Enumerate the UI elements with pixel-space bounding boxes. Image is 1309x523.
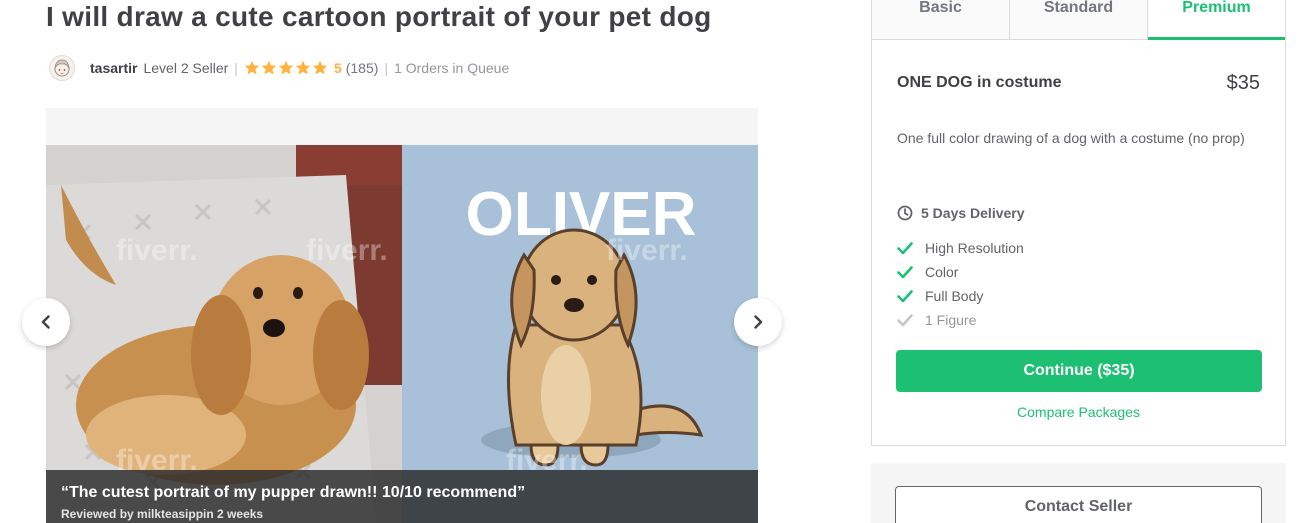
review-author: Reviewed by milkteasippin 2 weeks bbox=[61, 507, 264, 521]
check-icon bbox=[897, 290, 913, 303]
contact-seller-box: Contact Seller bbox=[871, 463, 1286, 523]
feature-label: Color bbox=[925, 264, 959, 280]
package-description: One full color drawing of a dog with a c… bbox=[897, 130, 1245, 146]
rating-score: 5 bbox=[333, 60, 342, 76]
feature-item: High Resolution bbox=[897, 236, 1024, 260]
feature-item: Color bbox=[897, 260, 1024, 284]
review-overlay: “The cutest portrait of my pupper drawn!… bbox=[46, 470, 758, 523]
clock-icon bbox=[897, 205, 913, 221]
separator: | bbox=[234, 60, 238, 76]
feature-label: 1 Figure bbox=[925, 312, 977, 328]
gallery-prev-button[interactable] bbox=[22, 298, 70, 346]
feature-list: High Resolution Color Full Body 1 Figure bbox=[897, 236, 1024, 332]
feature-label: Full Body bbox=[925, 288, 984, 304]
tab-premium[interactable]: Premium bbox=[1148, 0, 1285, 40]
tab-label: Standard bbox=[1043, 0, 1114, 16]
star-icon bbox=[295, 60, 311, 75]
continue-button[interactable]: Continue ($35) bbox=[896, 350, 1262, 392]
gig-title: I will draw a cute cartoon portrait of y… bbox=[46, 1, 712, 32]
star-icon bbox=[244, 60, 260, 75]
gallery-header-strip bbox=[46, 108, 758, 145]
gig-gallery: OLIVER fiverr. fiverr. fiverr. fiverr. f… bbox=[46, 145, 758, 523]
check-icon bbox=[897, 242, 913, 255]
watermark: fiverr. bbox=[116, 234, 198, 267]
seller-overview: tasartir Level 2 Seller | 5 (185) | 1 Or… bbox=[49, 55, 510, 81]
review-quote: “The cutest portrait of my pupper drawn!… bbox=[61, 484, 526, 501]
compare-packages-link[interactable]: Compare Packages bbox=[872, 404, 1285, 420]
star-icon bbox=[261, 60, 277, 75]
package-tabs: Basic Standard Premium bbox=[872, 0, 1285, 40]
watermark: fiverr. bbox=[306, 234, 388, 267]
package-price: $35 bbox=[1226, 72, 1260, 94]
star-icon bbox=[278, 60, 294, 75]
orders-in-queue: 1 Orders in Queue bbox=[394, 60, 510, 76]
packages-panel: Basic Standard Premium ONE DOG in costum… bbox=[871, 0, 1286, 446]
gallery-next-button[interactable] bbox=[734, 298, 782, 346]
tab-label: Basic bbox=[919, 0, 962, 16]
rating-count[interactable]: (185) bbox=[346, 60, 379, 76]
cartoon-avatar-icon bbox=[54, 59, 70, 77]
feature-label: High Resolution bbox=[925, 240, 1024, 256]
chevron-right-icon bbox=[754, 315, 763, 329]
star-rating bbox=[244, 60, 328, 76]
delivery-label: 5 Days Delivery bbox=[921, 205, 1025, 221]
seller-name[interactable]: tasartir bbox=[90, 60, 137, 76]
tab-label: Premium bbox=[1182, 0, 1251, 16]
seller-level: Level 2 Seller bbox=[143, 60, 229, 76]
check-icon bbox=[897, 266, 913, 279]
check-icon bbox=[897, 314, 913, 327]
gallery-image: OLIVER fiverr. fiverr. fiverr. fiverr. f… bbox=[46, 145, 758, 523]
tab-standard[interactable]: Standard bbox=[1010, 0, 1148, 39]
chevron-left-icon bbox=[41, 315, 50, 329]
separator: | bbox=[384, 60, 389, 76]
seller-avatar[interactable] bbox=[49, 55, 75, 81]
star-icon bbox=[312, 60, 328, 75]
delivery-time: 5 Days Delivery bbox=[897, 205, 1025, 221]
package-name: ONE DOG in costume bbox=[897, 74, 1062, 91]
feature-item: 1 Figure bbox=[897, 308, 1024, 332]
feature-item: Full Body bbox=[897, 284, 1024, 308]
contact-seller-button[interactable]: Contact Seller bbox=[895, 486, 1262, 523]
tab-basic[interactable]: Basic bbox=[872, 0, 1010, 39]
watermark: fiverr. bbox=[606, 234, 688, 267]
